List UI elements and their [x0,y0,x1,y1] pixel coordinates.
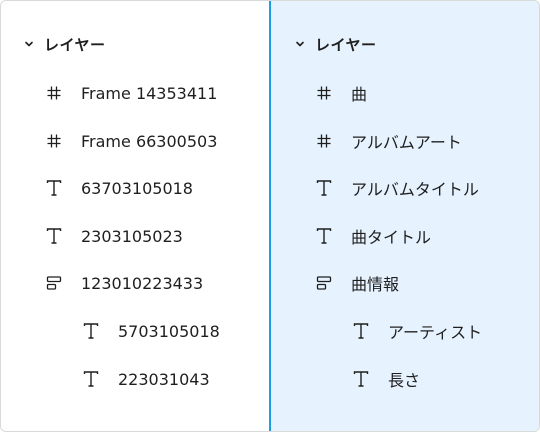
layer-row[interactable]: 曲タイトル [315,224,431,248]
layer-label: 曲 [351,85,368,104]
layer-row[interactable]: 曲 [315,81,367,105]
layer-label: 長さ [388,371,421,390]
frame-icon [45,132,63,150]
text-icon [45,179,63,197]
layer-row[interactable]: Frame 66300503 [45,129,217,153]
layer-row[interactable]: 5703105018 [82,319,220,343]
layer-row[interactable]: アーティスト [352,319,482,343]
text-icon [352,322,370,340]
layer-row[interactable]: 長さ [352,367,420,391]
layers-panel-left: レイヤー Frame 14353411 Frame 66300503 63703… [1,1,269,431]
layer-label: 曲情報 [351,275,400,294]
layer-label: アーティスト [388,323,483,342]
layer-label: Frame 14353411 [81,83,218,103]
layer-label: 5703105018 [118,321,220,341]
layers-comparison: レイヤー Frame 14353411 Frame 66300503 63703… [0,0,540,432]
layer-label: アルバムアート [351,133,462,152]
frame-icon [315,84,333,102]
layer-row[interactable]: 123010223433 [45,271,203,295]
layers-header[interactable]: レイヤー [23,32,106,56]
layer-row[interactable]: Frame 14353411 [45,81,217,105]
text-icon [82,370,100,388]
text-icon [315,227,333,245]
text-icon [352,370,370,388]
layer-label: 63703105018 [81,178,193,198]
chevron-down-icon[interactable] [294,38,306,50]
layer-label: 123010223433 [81,273,204,293]
frame-icon [45,84,63,102]
text-icon [82,322,100,340]
layer-row[interactable]: 63703105018 [45,176,193,200]
text-icon [315,179,333,197]
layers-header-label: レイヤー [315,35,377,54]
chevron-down-icon[interactable] [23,38,35,50]
text-icon [45,227,63,245]
layer-label: 2303105023 [81,226,183,246]
layer-row[interactable]: 曲情報 [315,271,399,295]
layer-label: 223031043 [118,369,210,389]
layer-label: 曲タイトル [351,228,432,247]
auto-layout-icon [315,274,333,292]
layer-row[interactable]: 223031043 [82,367,210,391]
layers-panel-right: レイヤー 曲 アルバムアート アルバムタイトル 曲タイトル 曲情報 アーティスト… [271,1,539,431]
layer-row[interactable]: アルバムタイトル [315,176,479,200]
frame-icon [315,132,333,150]
layers-header-label: レイヤー [44,35,106,54]
layers-header[interactable]: レイヤー [294,32,377,56]
layer-row[interactable]: 2303105023 [45,224,183,248]
auto-layout-icon [45,274,63,292]
layer-label: アルバムタイトル [351,180,479,199]
layer-label: Frame 66300503 [81,131,218,151]
layer-row[interactable]: アルバムアート [315,129,462,153]
